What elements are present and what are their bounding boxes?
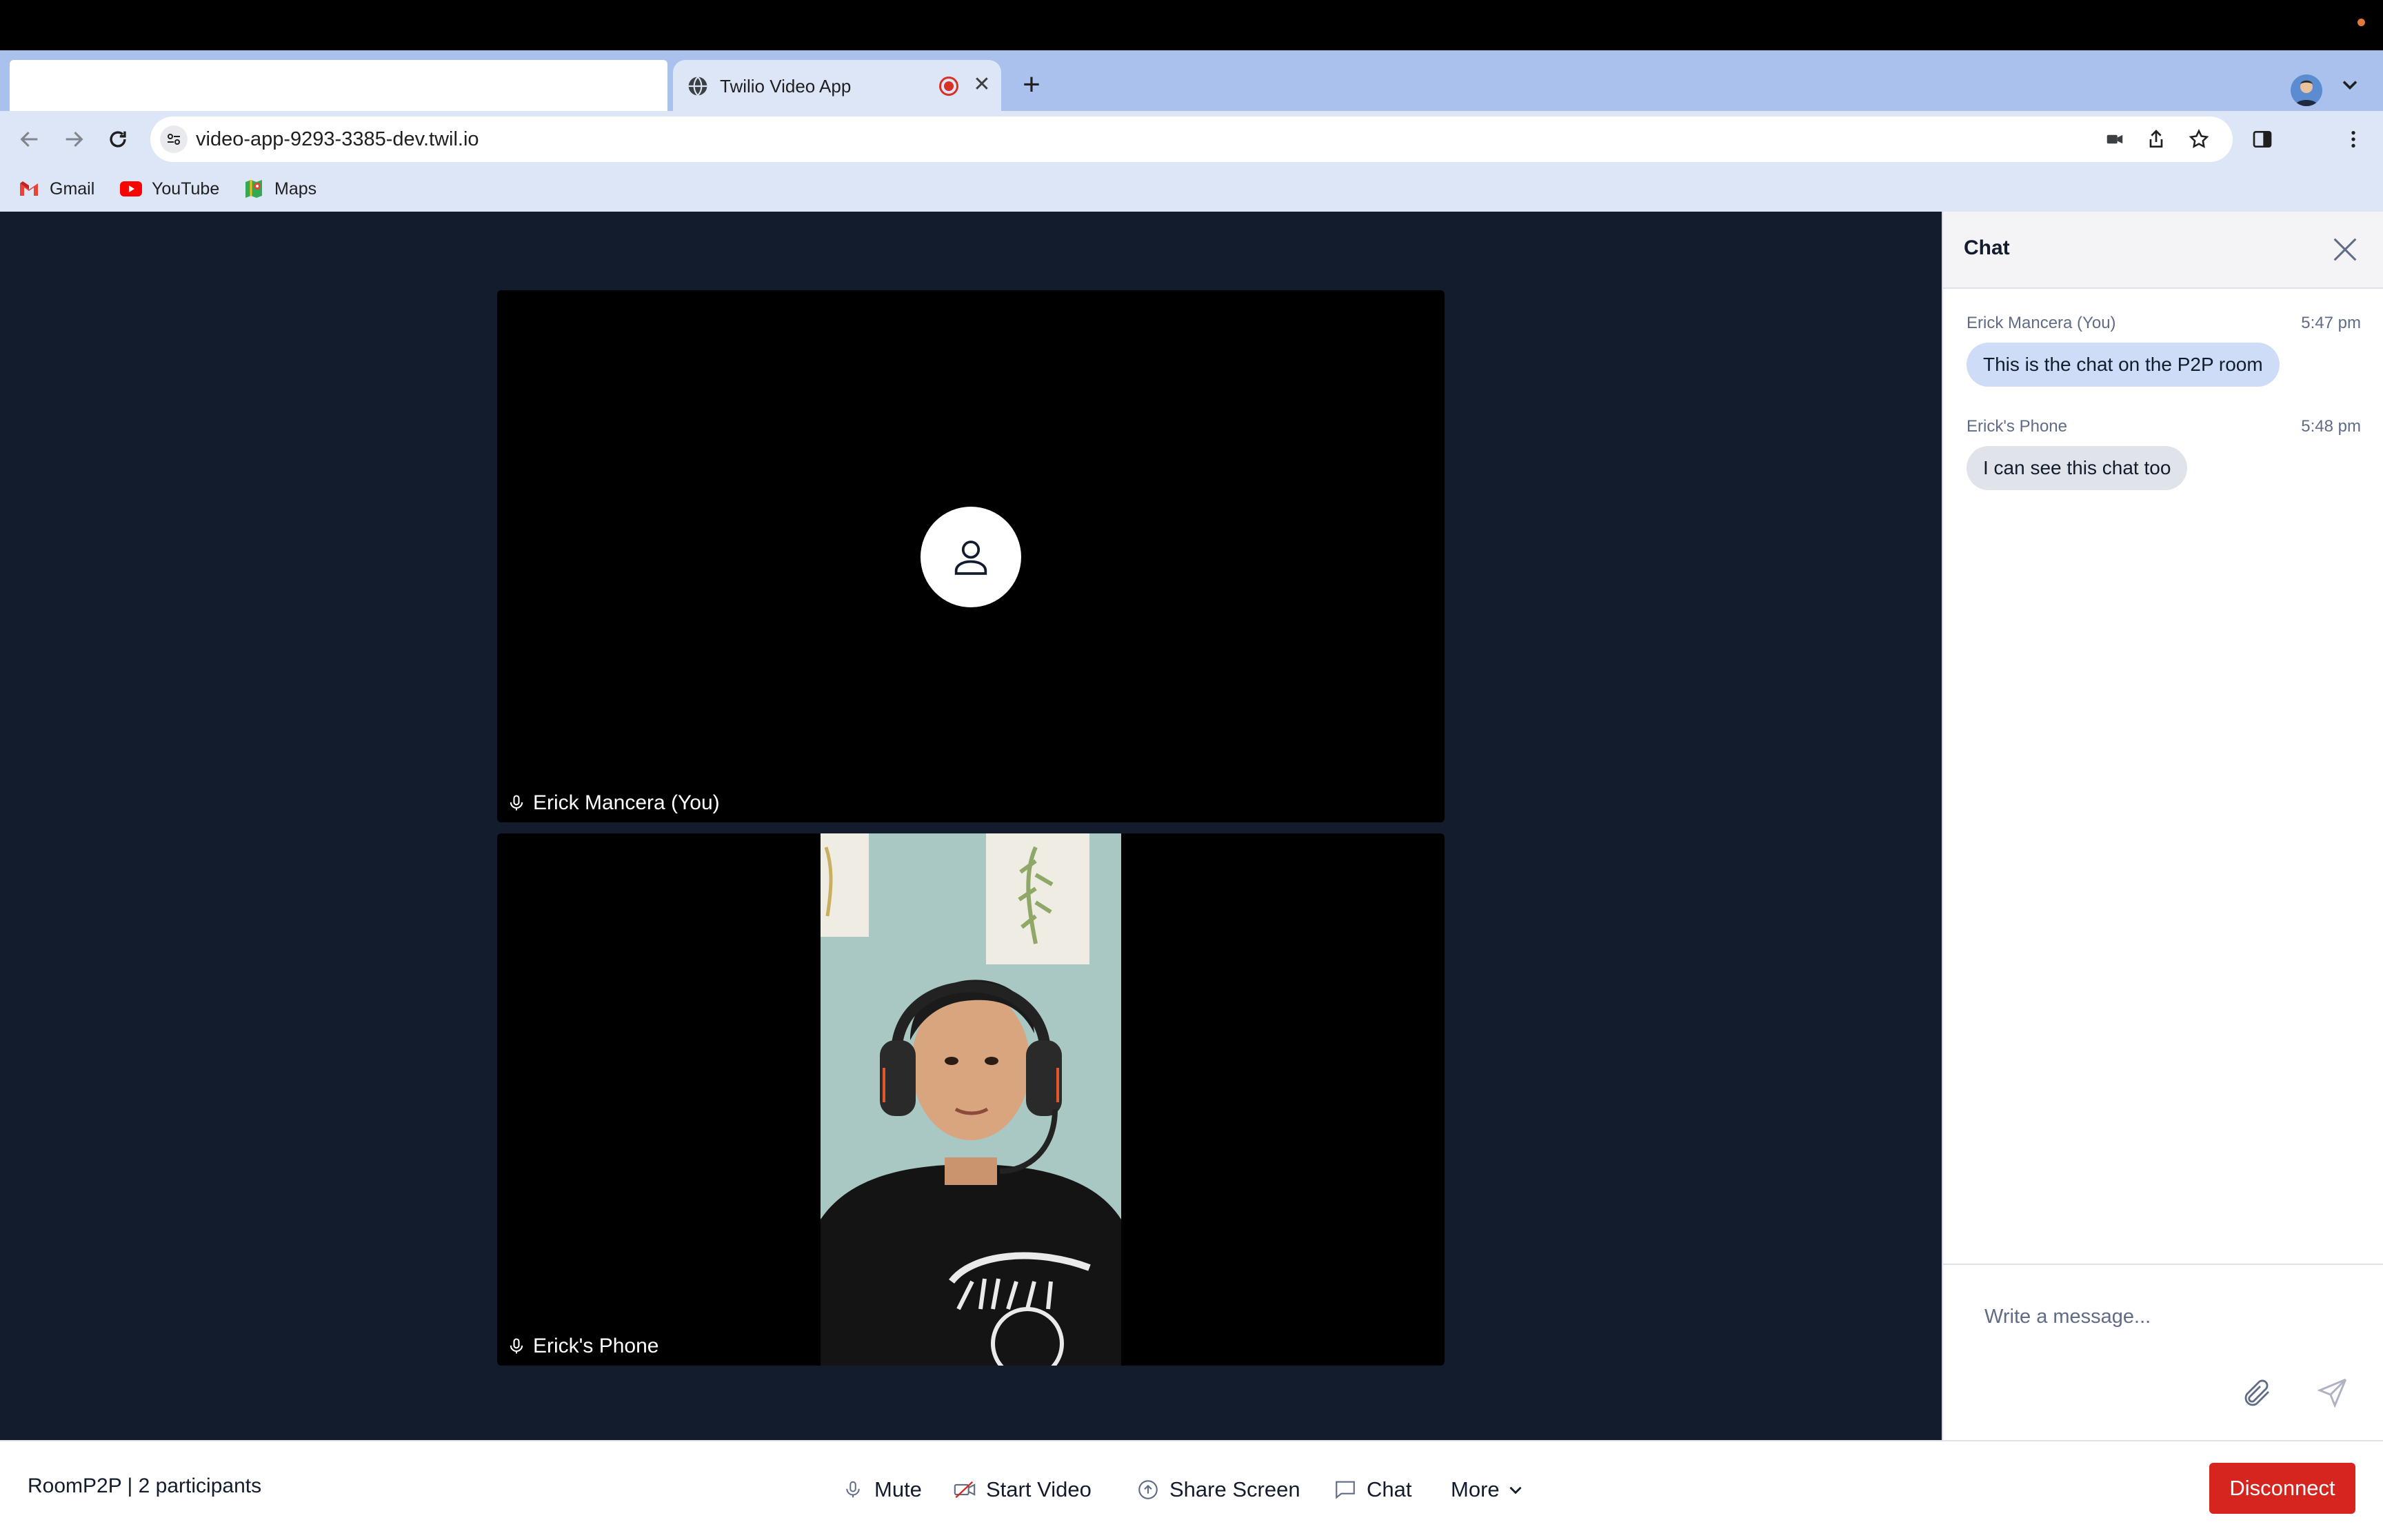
globe-icon [688, 76, 707, 97]
tab-strip: Twilio Video App ✕ + [0, 50, 2383, 111]
chat-header: Chat [1943, 212, 2383, 289]
message-time: 5:47 pm [2301, 314, 2361, 332]
participant-name: Erick's Phone [533, 1335, 659, 1357]
message-meta: Erick's Phone 5:48 pm [1967, 417, 2361, 440]
menu-bar: RoomP2P | 2 participants Mute Start Vide… [0, 1440, 2383, 1540]
gmail-icon [18, 178, 40, 200]
chat-composer [1943, 1264, 2383, 1440]
participant-label: Erick's Phone [507, 1333, 658, 1360]
browser-chrome: Twilio Video App ✕ + video-app-9293-3385… [0, 50, 2383, 212]
video-off-icon [953, 1478, 976, 1501]
site-settings-icon[interactable] [160, 125, 188, 153]
bookmarks-bar: Gmail YouTube Maps [0, 168, 2383, 212]
new-tab-button[interactable]: + [1018, 70, 1045, 100]
menu-bar-strip [0, 0, 2383, 50]
side-panel-icon[interactable] [2246, 123, 2278, 155]
bookmark-label: Gmail [50, 179, 95, 199]
bookmark-youtube[interactable]: YouTube [120, 174, 219, 203]
microphone-icon [510, 1338, 523, 1354]
chat-title: Chat [1964, 236, 2010, 259]
more-button[interactable]: More [1451, 1472, 1525, 1508]
send-icon[interactable] [2315, 1375, 2350, 1410]
bookmark-label: YouTube [152, 179, 220, 199]
arrow-right-icon [66, 131, 83, 148]
video-app: Erick Mancera (You) Erick's Phone Chat E… [0, 212, 2383, 1540]
participant-label: Erick Mancera (You) [507, 789, 720, 817]
youtube-icon [120, 178, 142, 200]
tab-title: Twilio Video App [720, 76, 852, 97]
reload-icon [110, 131, 126, 148]
chat-message: Erick's Phone 5:48 pm I can see this cha… [1967, 417, 2361, 490]
bookmark-label: Maps [274, 179, 317, 199]
message-input[interactable] [1984, 1299, 2343, 1334]
forward-button[interactable] [58, 123, 90, 155]
message-bubble: I can see this chat too [1967, 446, 2188, 490]
tab-twilio-video-app[interactable]: Twilio Video App ✕ [673, 60, 1001, 111]
share-icon[interactable] [2143, 126, 2169, 152]
message-time: 5:48 pm [2301, 417, 2361, 436]
participant-video-image [821, 833, 1121, 1366]
microphone-icon [841, 1478, 865, 1501]
close-icon[interactable] [2329, 234, 2361, 265]
user-icon [954, 540, 987, 575]
profile-avatar[interactable] [2291, 74, 2322, 106]
chat-message: Erick Mancera (You) 5:47 pm This is the … [1967, 314, 2361, 387]
browser-toolbar: video-app-9293-3385-dev.twil.io [0, 111, 2383, 168]
avatar [921, 507, 1021, 607]
room-info: RoomP2P | 2 participants [28, 1475, 262, 1497]
share-screen-icon [1136, 1478, 1160, 1501]
maps-icon [243, 178, 265, 200]
camera-in-use-icon[interactable] [2102, 126, 2128, 152]
chat-label: Chat [1367, 1477, 1412, 1501]
tab-blank[interactable] [10, 60, 667, 111]
start-video-button[interactable]: Start Video [953, 1472, 1092, 1508]
back-button[interactable] [14, 123, 46, 155]
tab-close-icon[interactable]: ✕ [971, 74, 993, 96]
chevron-down-icon[interactable] [2337, 72, 2362, 97]
share-screen-label: Share Screen [1169, 1477, 1300, 1501]
share-screen-button[interactable]: Share Screen [1136, 1472, 1300, 1508]
disconnect-button[interactable]: Disconnect [2209, 1463, 2355, 1514]
message-author: Erick's Phone [1967, 417, 2067, 436]
bookmark-gmail[interactable]: Gmail [18, 174, 94, 203]
start-video-label: Start Video [986, 1477, 1092, 1501]
participant-tile-remote[interactable]: Erick's Phone [497, 833, 1445, 1366]
message-meta: Erick Mancera (You) 5:47 pm [1967, 314, 2361, 337]
chat-icon [1334, 1478, 1357, 1501]
chat-panel: Chat Erick Mancera (You) 5:47 pm This is… [1942, 212, 2383, 1440]
participants-stage: Erick Mancera (You) Erick's Phone [0, 212, 1942, 1440]
microphone-icon [510, 795, 523, 811]
video-feed [821, 833, 1121, 1366]
kebab-menu-icon[interactable] [2337, 123, 2369, 155]
bookmark-star-icon[interactable] [2186, 126, 2212, 152]
status-dot-icon [2357, 19, 2365, 26]
paperclip-icon[interactable] [2241, 1377, 2274, 1410]
recording-icon [939, 77, 958, 96]
url-text: video-app-9293-3385-dev.twil.io [196, 128, 479, 150]
arrow-left-icon [20, 131, 38, 148]
participant-name: Erick Mancera (You) [533, 791, 720, 814]
mute-button[interactable]: Mute [841, 1472, 922, 1508]
address-bar[interactable]: video-app-9293-3385-dev.twil.io [150, 116, 2233, 162]
participant-tile-local[interactable]: Erick Mancera (You) [497, 290, 1445, 822]
reload-button[interactable] [102, 123, 134, 155]
chevron-down-icon [1509, 1486, 1522, 1495]
message-author: Erick Mancera (You) [1967, 314, 2116, 332]
chat-button[interactable]: Chat [1334, 1472, 1411, 1508]
message-bubble: This is the chat on the P2P room [1967, 343, 2280, 387]
mute-label: Mute [874, 1477, 922, 1501]
more-label: More [1451, 1477, 1500, 1501]
bookmark-maps[interactable]: Maps [243, 174, 316, 203]
